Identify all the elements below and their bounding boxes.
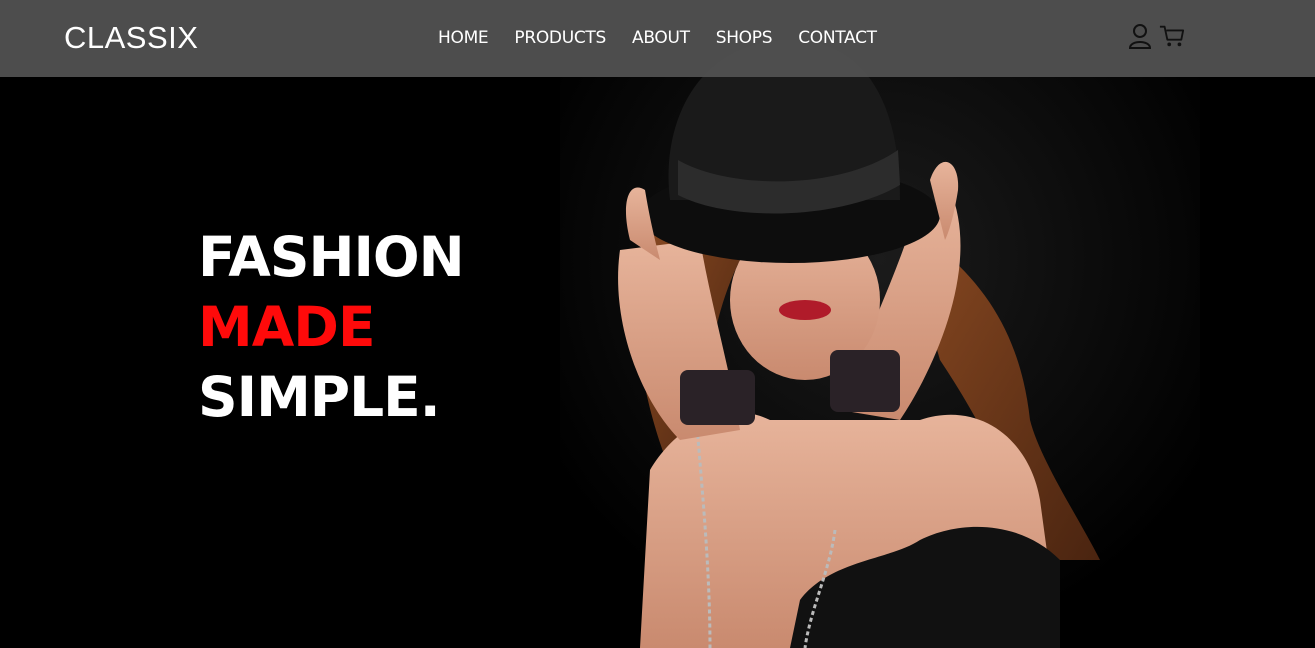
nav-link-about[interactable]: ABOUT: [632, 27, 690, 49]
landing-page: CLASSIX HOME PRODUCTS ABOUT SHOPS CONTAC…: [0, 0, 1315, 648]
cart-icon[interactable]: [1159, 22, 1185, 50]
nav-icons: [1127, 22, 1185, 50]
main-nav: HOME PRODUCTS ABOUT SHOPS CONTACT: [438, 27, 903, 49]
headline-line-made: MADE: [198, 295, 376, 359]
user-icon[interactable]: [1127, 22, 1153, 50]
nav-link-contact[interactable]: CONTACT: [798, 27, 877, 49]
brand-logo[interactable]: CLASSIX: [64, 19, 198, 57]
hero-headline: FASHION MADE SIMPLE.: [198, 222, 465, 432]
headline-line-simple: SIMPLE.: [198, 365, 441, 429]
top-navbar: CLASSIX HOME PRODUCTS ABOUT SHOPS CONTAC…: [0, 0, 1315, 77]
nav-link-home[interactable]: HOME: [438, 27, 489, 49]
hero-image: [560, 0, 1200, 648]
headline-line-fashion: FASHION: [198, 225, 465, 289]
nav-link-products[interactable]: PRODUCTS: [514, 27, 606, 49]
nav-link-shops[interactable]: SHOPS: [716, 27, 773, 49]
